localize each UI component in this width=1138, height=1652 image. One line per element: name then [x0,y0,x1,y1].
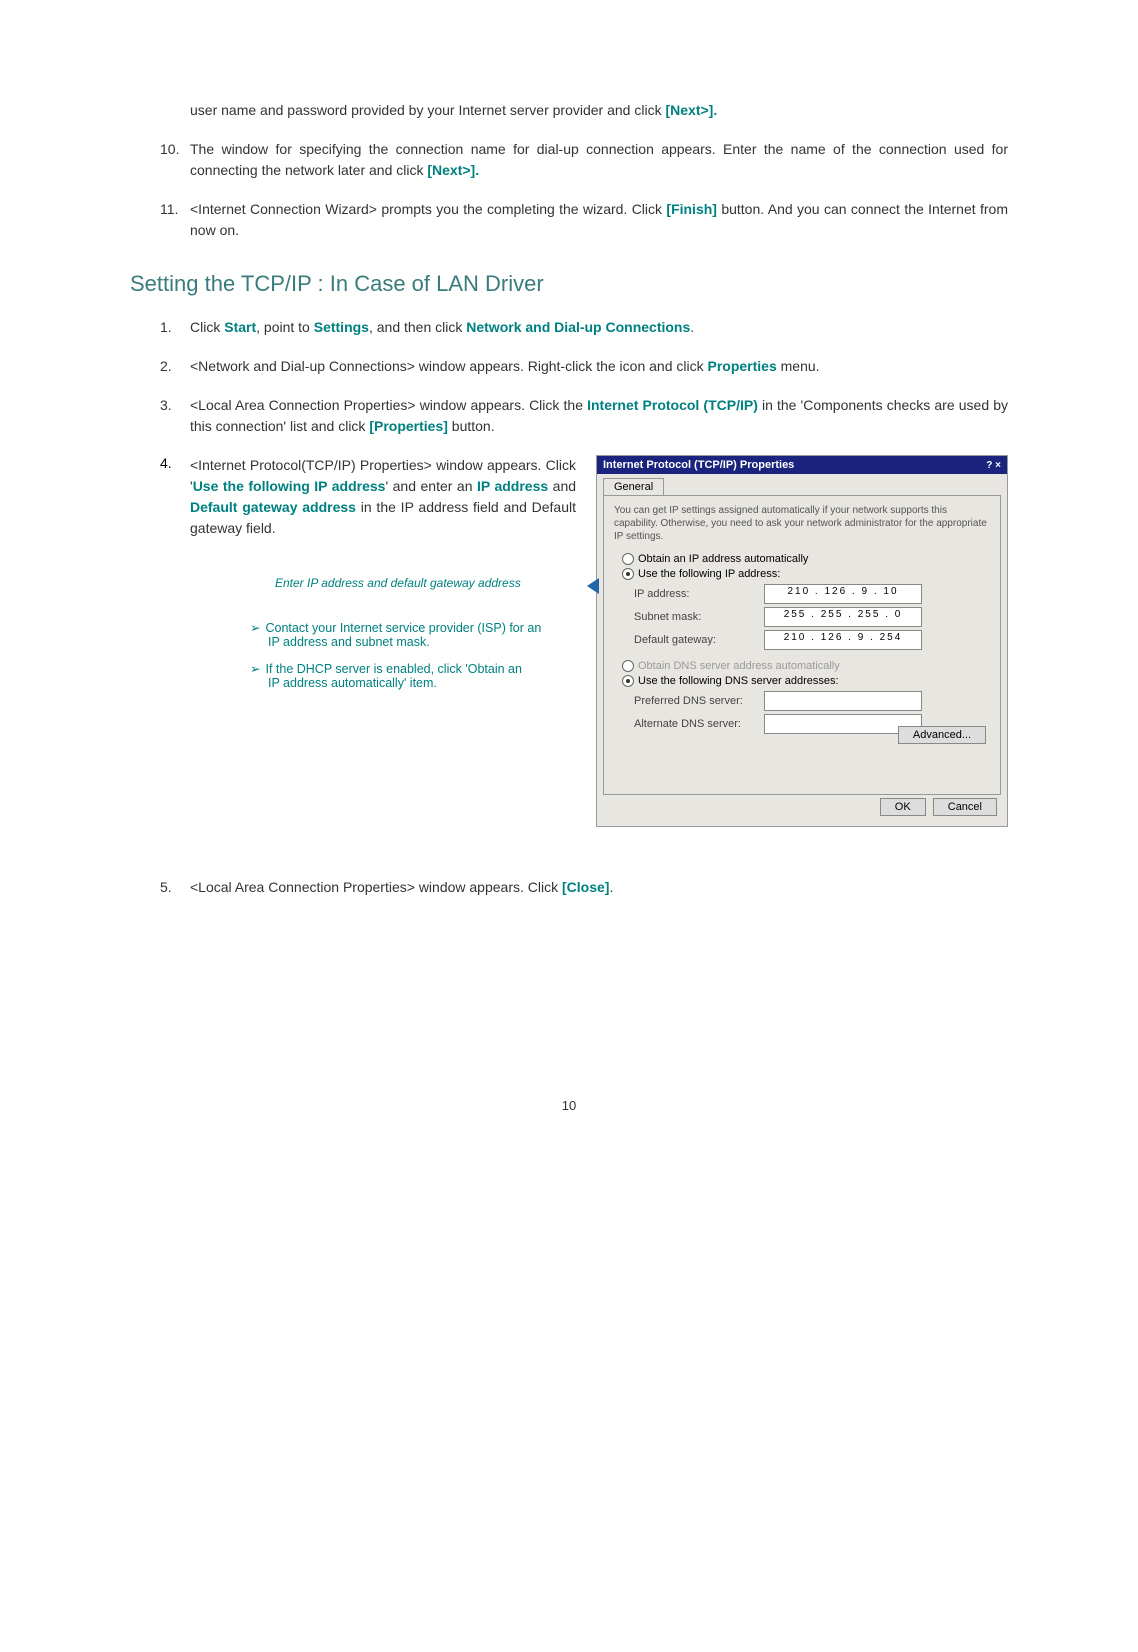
next-button-ref1: [Next>]. [665,102,717,118]
cancel-button[interactable]: Cancel [933,798,997,816]
radio-selected-icon [622,568,634,580]
section-heading: Setting the TCP/IP : In Case of LAN Driv… [130,271,1008,297]
use-following-ip-ref: Use the following IP address [193,478,386,494]
ip-address-ref: IP address [477,478,548,494]
step-4-row: 4. <Internet Protocol(TCP/IP) Properties… [160,455,1008,827]
radio-obtain-dns: Obtain DNS server address automatically [622,660,990,672]
step-1: 1. Click Start, point to Settings, and t… [160,317,1008,338]
field-preferred-dns: Preferred DNS server: [634,691,990,711]
settings-ref: Settings [314,319,369,335]
network-dialup-ref: Network and Dial-up Connections [466,319,690,335]
step-11: 11. <Internet Connection Wizard> prompts… [160,199,1008,241]
intro-continued: user name and password provided by your … [190,100,1008,121]
ok-button[interactable]: OK [880,798,926,816]
input-subnet-mask[interactable]: 255 . 255 . 255 . 0 [764,607,922,627]
radio-selected-icon [622,675,634,687]
dialog-title: Internet Protocol (TCP/IP) Properties [603,459,794,471]
start-ref: Start [224,319,256,335]
step-11-text-a: <Internet Connection Wizard> prompts you… [190,201,666,217]
field-ip-address: IP address: 210 . 126 . 9 . 10 [634,584,990,604]
dialog-titlebar: Internet Protocol (TCP/IP) Properties ? … [597,456,1007,474]
tcpip-properties-dialog: Internet Protocol (TCP/IP) Properties ? … [596,455,1008,827]
step-11-num: 11. [160,199,178,220]
bullet-isp-cont: IP address and subnet mask. [268,635,576,649]
properties-btn-ref: [Properties] [369,418,448,434]
field-default-gateway: Default gateway: 210 . 126 . 9 . 254 [634,630,990,650]
radio-use-dns[interactable]: Use the following DNS server addresses: [622,675,990,687]
step-2-num: 2. [160,356,172,377]
dialog-body: You can get IP settings assigned automat… [603,495,1001,795]
bullet-dhcp-cont: IP address automatically' item. [268,676,576,690]
step-2: 2. <Network and Dial-up Connections> win… [160,356,1008,377]
default-gateway-ref: Default gateway address [190,499,356,515]
next-button-ref2: [Next>]. [427,162,479,178]
bullet-dhcp: ➢If the DHCP server is enabled, click 'O… [250,661,576,676]
step-10-text: The window for specifying the connection… [190,141,1008,178]
step-4-text: <Internet Protocol(TCP/IP) Properties> w… [190,455,576,539]
arrow-icon: ➢ [250,621,260,635]
input-default-gateway[interactable]: 210 . 126 . 9 . 254 [764,630,922,650]
intro-text: user name and password provided by your … [190,102,665,118]
close-button-ref: [Close] [562,879,609,895]
step-5-num: 5. [160,877,172,898]
properties-ref: Properties [707,358,776,374]
step-3: 3. <Local Area Connection Properties> wi… [160,395,1008,437]
bullet-isp: ➢Contact your Internet service provider … [250,620,576,635]
caption-enter-ip: Enter IP address and default gateway add… [275,576,521,590]
finish-button-ref: [Finish] [666,201,717,217]
page-number: 10 [130,1098,1008,1113]
step-10: 10. The window for specifying the connec… [160,139,1008,181]
radio-use-ip[interactable]: Use the following IP address: [622,568,990,580]
callout-arrow-icon [587,578,599,594]
step-3-num: 3. [160,395,172,416]
radio-icon [622,660,634,672]
advanced-button[interactable]: Advanced... [898,726,986,744]
radio-obtain-ip[interactable]: Obtain an IP address automatically [622,553,990,565]
radio-icon [622,553,634,565]
step-5: 5. <Local Area Connection Properties> wi… [160,877,1008,898]
input-ip-address[interactable]: 210 . 126 . 9 . 10 [764,584,922,604]
dialog-button-row: OK Cancel [876,798,997,816]
input-preferred-dns[interactable] [764,691,922,711]
step-1-num: 1. [160,317,172,338]
dialog-close-icons[interactable]: ? × [969,460,1001,471]
dialog-tab-general[interactable]: General [603,478,664,495]
dialog-intro-text: You can get IP settings assigned automat… [614,504,990,543]
field-subnet-mask: Subnet mask: 255 . 255 . 255 . 0 [634,607,990,627]
step-10-num: 10. [160,139,179,160]
arrow-icon: ➢ [250,662,260,676]
tcpip-ref: Internet Protocol (TCP/IP) [587,397,758,413]
step-4-num: 4. [160,455,172,471]
